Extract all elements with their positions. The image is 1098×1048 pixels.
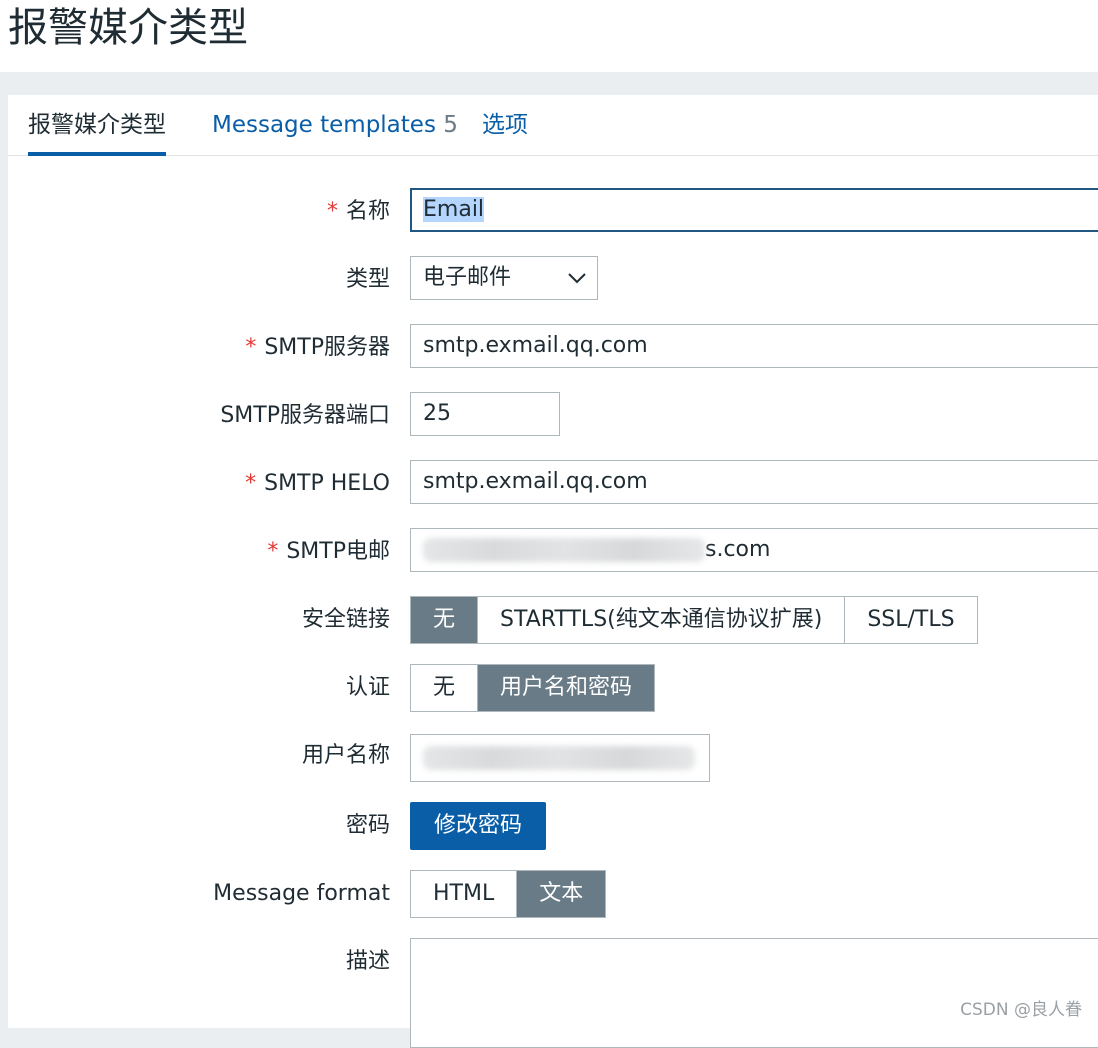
tab-message-templates-count: 5 <box>443 112 458 138</box>
type-select-value: 电子邮件 <box>423 265 512 290</box>
name-input[interactable]: Email <box>410 188 1098 232</box>
tab-message-templates[interactable]: Message templates 5 <box>212 95 458 155</box>
security-segmented: 无 STARTTLS(纯文本通信协议扩展) SSL/TLS <box>410 596 978 644</box>
tab-media-type[interactable]: 报警媒介类型 <box>28 95 166 156</box>
required-marker: * <box>267 539 279 564</box>
tab-options-label: 选项 <box>482 112 528 138</box>
smtp-server-input[interactable]: smtp.exmail.qq.com <box>410 324 1098 368</box>
username-label: 用户名称 <box>301 743 390 768</box>
page-title: 报警媒介类型 <box>8 5 248 51</box>
smtp-server-label: * SMTP服务器 <box>245 335 390 360</box>
redacted-text <box>423 538 705 562</box>
description-label: 描述 <box>345 949 390 974</box>
required-marker: * <box>245 471 257 496</box>
message-format-label: Message format <box>213 881 390 906</box>
form-panel: 报警媒介类型 Message templates 5 选项 * 名称 Email … <box>8 95 1098 1048</box>
tab-bar: 报警媒介类型 Message templates 5 选项 <box>8 95 1098 156</box>
auth-segmented: 无 用户名和密码 <box>410 664 656 712</box>
redacted-text <box>423 746 695 770</box>
auth-option-none[interactable]: 无 <box>411 665 479 711</box>
type-label: 类型 <box>345 267 390 292</box>
username-input[interactable] <box>410 734 710 782</box>
smtp-server-value: smtp.exmail.qq.com <box>423 333 648 358</box>
smtp-helo-input[interactable]: smtp.exmail.qq.com <box>410 460 1098 504</box>
smtp-port-input[interactable]: 25 <box>410 392 560 436</box>
watermark: CSDN @良人眷 <box>960 1000 1082 1020</box>
smtp-port-label: SMTP服务器端口 <box>220 403 390 428</box>
tab-message-templates-label: Message templates <box>212 112 436 138</box>
smtp-port-value: 25 <box>423 401 451 426</box>
smtp-email-label: * SMTP电邮 <box>267 539 390 564</box>
smtp-email-input[interactable]: s.com <box>410 528 1098 572</box>
security-option-starttls[interactable]: STARTTLS(纯文本通信协议扩展) <box>478 597 846 643</box>
page-header: 报警媒介类型 <box>0 0 1098 72</box>
required-marker: * <box>245 335 257 360</box>
auth-option-username-password[interactable]: 用户名和密码 <box>478 665 655 711</box>
message-format-option-text[interactable]: 文本 <box>517 871 606 917</box>
required-marker: * <box>326 199 338 224</box>
security-option-ssl-tls[interactable]: SSL/TLS <box>845 597 976 643</box>
tab-options[interactable]: 选项 <box>482 95 528 155</box>
tab-media-type-label: 报警媒介类型 <box>28 112 166 138</box>
message-format-segmented: HTML 文本 <box>410 870 607 918</box>
security-label: 安全链接 <box>301 607 390 632</box>
auth-label: 认证 <box>345 675 390 700</box>
message-format-option-html[interactable]: HTML <box>411 871 518 917</box>
smtp-helo-value: smtp.exmail.qq.com <box>423 469 648 494</box>
description-textarea[interactable] <box>410 938 1098 1048</box>
chevron-down-icon <box>567 257 587 299</box>
security-option-none[interactable]: 无 <box>411 597 479 643</box>
smtp-email-value: s.com <box>705 537 771 562</box>
smtp-helo-label: * SMTP HELO <box>245 471 390 496</box>
password-label: 密码 <box>345 813 390 838</box>
change-password-button[interactable]: 修改密码 <box>410 802 547 850</box>
name-label: * 名称 <box>326 199 390 224</box>
type-select[interactable]: 电子邮件 <box>410 256 598 300</box>
name-input-value: Email <box>423 197 485 222</box>
